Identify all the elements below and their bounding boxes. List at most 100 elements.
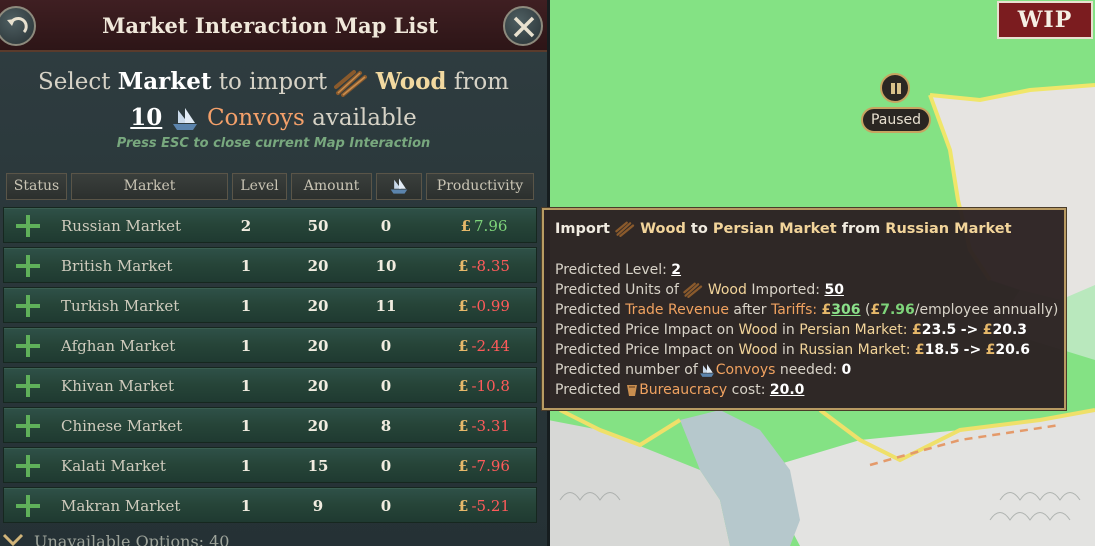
unavailable-label: Unavailable Options: 40	[34, 532, 230, 546]
market-row[interactable]: Khivan Market 1 20 0 £ -10.8	[3, 367, 537, 403]
market-productivity: £ -3.31	[429, 417, 539, 435]
market-productivity: £ -8.35	[429, 257, 539, 275]
ship-icon	[390, 178, 408, 194]
pause-control[interactable]: Paused	[860, 70, 932, 138]
tt-tariffs: Tariffs:	[770, 302, 818, 318]
market-convoys: 8	[380, 417, 392, 435]
convoy-count[interactable]: 10	[130, 104, 162, 131]
market-productivity: £ -10.8	[429, 377, 539, 395]
column-level[interactable]: Level	[232, 173, 287, 200]
plus-icon[interactable]	[16, 335, 40, 357]
market-productivity: £ -7.96	[429, 457, 539, 475]
column-amount[interactable]: Amount	[291, 173, 372, 200]
tt-in: in	[782, 342, 795, 358]
esc-hint: Press ESC to close current Map Interacti…	[116, 136, 431, 151]
select-instruction: Select Market to import Wood from	[0, 68, 547, 97]
tt-bureaucracy-suffix: cost:	[731, 382, 766, 398]
column-market[interactable]: Market	[71, 173, 228, 200]
column-convoys[interactable]	[376, 173, 422, 200]
column-productivity[interactable]: Productivity	[426, 173, 534, 200]
tt-convoys-line: Predicted number of Convoys needed: 0	[555, 362, 851, 378]
ship-icon	[172, 108, 197, 130]
tt-units-label: Predicted Units of	[555, 282, 679, 298]
market-amount: 20	[307, 257, 329, 275]
market-level: 1	[240, 457, 252, 475]
market-name: Kalati Market	[61, 457, 166, 475]
market-row[interactable]: Russian Market 2 50 0 £7.96	[3, 207, 537, 243]
close-icon	[513, 16, 535, 38]
market-row[interactable]: Kalati Market 1 15 0 £ -7.96	[3, 447, 537, 483]
plus-icon[interactable]	[16, 295, 40, 317]
productivity-value: -3.31	[471, 417, 510, 435]
chevron-down-icon	[2, 533, 24, 546]
market-convoys: 0	[380, 337, 392, 355]
unavailable-options[interactable]: Unavailable Options: 40	[0, 532, 547, 546]
market-row[interactable]: Afghan Market 1 20 0 £ -2.44	[3, 327, 537, 363]
tt-bureaucracy-value: 20.0	[769, 382, 805, 398]
plus-icon[interactable]	[16, 215, 40, 237]
pause-icon[interactable]	[880, 73, 910, 103]
market-name: British Market	[61, 257, 173, 275]
tt-trade-revenue: Trade Revenue	[625, 302, 729, 318]
tooltip-title: Import Wood to Persian Market from Russi…	[555, 221, 1012, 237]
convoys-word: Convoys	[206, 105, 305, 131]
available-word: available	[312, 105, 417, 131]
market-amount: 20	[307, 297, 329, 315]
tt-price-to: 20.6	[995, 342, 1030, 358]
tt-units-line: Predicted Units of Wood Imported: 50	[555, 282, 844, 298]
tt-price-goods: Wood	[738, 322, 778, 338]
pound-icon: £	[821, 302, 832, 318]
tt-per-employee-value: 7.96	[880, 302, 915, 318]
tt-price-goods: Wood	[738, 342, 778, 358]
column-status[interactable]: Status	[6, 173, 67, 200]
plus-icon[interactable]	[16, 455, 40, 477]
market-row[interactable]: Makran Market 1 9 0 £ -5.21	[3, 487, 537, 523]
plus-icon[interactable]	[16, 415, 40, 437]
tt-units-goods: Wood	[707, 282, 747, 298]
market-level: 1	[240, 337, 252, 355]
market-level: 1	[240, 377, 252, 395]
plus-icon[interactable]	[16, 255, 40, 277]
market-level: 1	[240, 497, 252, 515]
close-button[interactable]	[503, 6, 543, 46]
plus-icon[interactable]	[16, 495, 40, 517]
tt-per-employee-suffix: /employee annually)	[914, 302, 1059, 318]
pound-icon: £	[458, 457, 469, 475]
select-word: Select	[38, 69, 111, 95]
market-row[interactable]: Chinese Market 1 20 8 £ -3.31	[3, 407, 537, 443]
market-convoys: 0	[380, 497, 392, 515]
market-convoys: 10	[375, 257, 397, 275]
tt-arrow: ->	[960, 322, 979, 338]
tt-after: after	[733, 302, 767, 318]
from-word: from	[453, 69, 509, 95]
tt-units-suffix: Imported:	[751, 282, 821, 298]
market-name: Turkish Market	[61, 297, 180, 315]
productivity-value: -2.44	[471, 337, 510, 355]
market-interaction-panel: Market Interaction Map List Select Marke…	[0, 0, 550, 546]
pound-icon: £	[982, 322, 993, 338]
market-amount: 20	[307, 377, 329, 395]
goods-name: Wood	[375, 68, 447, 95]
tt-price-from: 18.5	[924, 342, 960, 358]
market-row[interactable]: Turkish Market 1 20 11 £ -0.99	[3, 287, 537, 323]
market-amount: 20	[307, 337, 329, 355]
market-level: 1	[240, 417, 252, 435]
plus-icon[interactable]	[16, 375, 40, 397]
pound-icon: £	[914, 342, 925, 358]
ship-icon	[699, 363, 714, 377]
tt-revenue-label: Predicted	[555, 302, 621, 318]
market-level: 1	[240, 297, 252, 315]
tt-convoys-suffix: needed:	[779, 362, 838, 378]
productivity-value: -5.21	[471, 497, 510, 515]
pound-icon: £	[911, 322, 922, 338]
wip-badge: WIP	[997, 1, 1093, 39]
tt-price-persian-line: Predicted Price Impact on Wood in Persia…	[555, 322, 1027, 338]
tt-revenue-value: 306	[831, 302, 861, 318]
wood-icon	[683, 282, 703, 298]
back-button[interactable]	[0, 6, 36, 46]
market-level: 1	[240, 257, 252, 275]
import-tooltip: Import Wood to Persian Market from Russi…	[541, 207, 1067, 411]
tt-to: to	[690, 221, 708, 237]
market-row[interactable]: British Market 1 20 10 £ -8.35	[3, 247, 537, 283]
wood-icon	[334, 70, 368, 97]
